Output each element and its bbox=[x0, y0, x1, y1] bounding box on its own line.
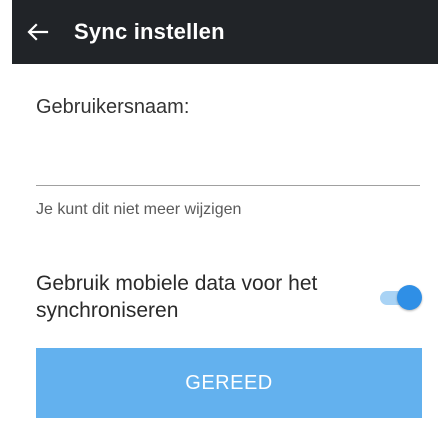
toolbar: Sync instellen bbox=[12, 0, 438, 64]
mobile-data-toggle[interactable] bbox=[380, 284, 422, 310]
sync-setup-screen: Sync instellen Gebruikersnaam: Je kunt d… bbox=[0, 0, 438, 429]
mobile-data-label: Gebruik mobiele data voor het synchronis… bbox=[36, 272, 318, 322]
toggle-thumb bbox=[397, 285, 422, 310]
page-title: Sync instellen bbox=[74, 19, 225, 44]
username-label: Gebruikersnaam: bbox=[36, 96, 190, 118]
arrow-left-icon[interactable] bbox=[12, 0, 64, 64]
username-helper-text: Je kunt dit niet meer wijzigen bbox=[36, 201, 242, 218]
username-input[interactable] bbox=[36, 148, 420, 186]
done-button[interactable]: GEREED bbox=[36, 348, 422, 418]
